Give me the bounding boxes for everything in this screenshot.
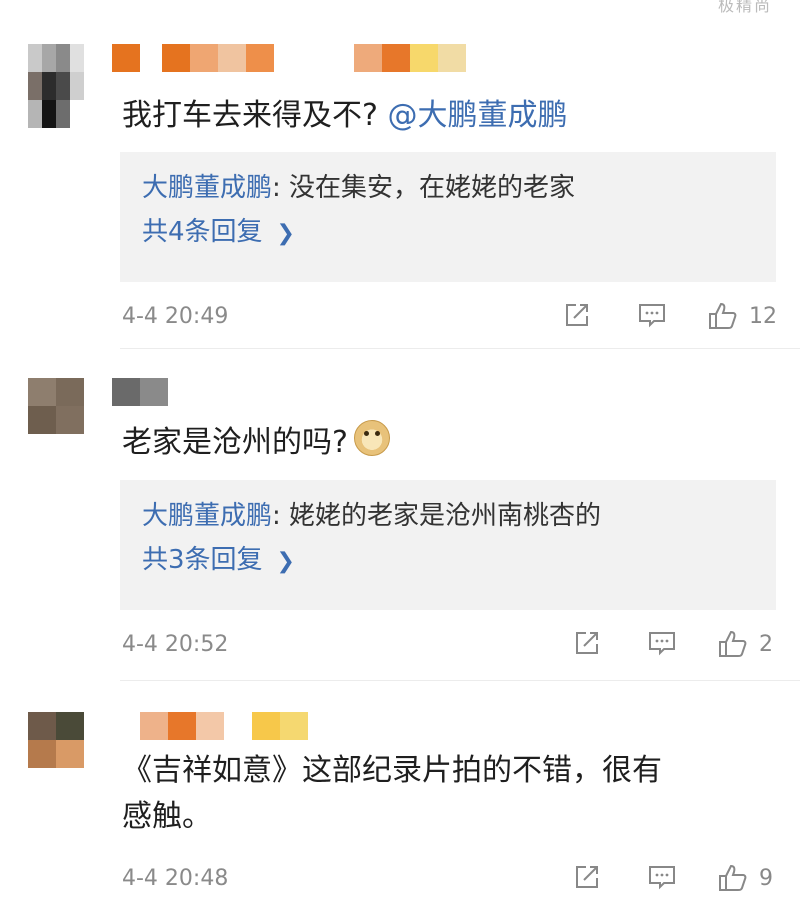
share-icon[interactable] xyxy=(572,862,602,892)
avatar[interactable] xyxy=(28,44,84,128)
reply-preview-box[interactable]: 大鹏董成鹏: 没在集安，在姥姥的老家 共4条回复 ❯ xyxy=(120,152,776,282)
thumbs-up-icon xyxy=(707,300,739,332)
divider xyxy=(120,348,800,349)
reply-preview-box[interactable]: 大鹏董成鹏: 姥姥的老家是沧州南桃杏的 共3条回复 ❯ xyxy=(120,480,776,610)
divider xyxy=(120,680,800,681)
doge-emoji-icon xyxy=(353,420,390,456)
like-count: 9 xyxy=(759,865,773,891)
thumbs-up-icon xyxy=(717,628,749,660)
comment-icon[interactable] xyxy=(637,300,667,330)
share-icon[interactable] xyxy=(562,300,592,330)
thumbs-up-icon xyxy=(717,862,749,894)
comment-text: 《吉祥如意》这部纪录片拍的不错，很有 感触。 xyxy=(122,753,662,834)
reply-author[interactable]: 大鹏董成鹏 xyxy=(142,173,272,203)
username-blurred[interactable] xyxy=(112,44,466,72)
comment-meta: 4-4 20:49 12 xyxy=(122,298,782,338)
username-blurred[interactable] xyxy=(112,378,168,406)
comment-icon[interactable] xyxy=(647,628,677,658)
timestamp: 4-4 20:48 xyxy=(122,866,229,891)
comment-meta: 4-4 20:48 9 xyxy=(122,860,782,900)
like-count: 12 xyxy=(749,303,777,329)
comment-text: 我打车去来得及不? @大鹏董成鹏 xyxy=(122,98,568,133)
cut-off-header-text: 极精尚 xyxy=(717,0,772,15)
comment-text: 老家是沧州的吗? xyxy=(122,420,390,466)
avatar[interactable] xyxy=(28,712,84,768)
like-count: 2 xyxy=(759,631,773,657)
chevron-right-icon: ❯ xyxy=(276,549,295,574)
like-button[interactable]: 9 xyxy=(717,862,773,894)
like-button[interactable]: 12 xyxy=(707,300,777,332)
avatar[interactable] xyxy=(28,378,84,434)
chevron-right-icon: ❯ xyxy=(276,221,295,246)
timestamp: 4-4 20:49 xyxy=(122,304,229,329)
username-blurred[interactable] xyxy=(112,712,308,740)
view-replies-link[interactable]: 共4条回复 ❯ xyxy=(142,210,754,256)
reply-preview: 大鹏董成鹏: 没在集安，在姥姥的老家 xyxy=(142,173,576,203)
view-replies-link[interactable]: 共3条回复 ❯ xyxy=(142,538,754,584)
reply-author[interactable]: 大鹏董成鹏 xyxy=(142,501,272,531)
like-button[interactable]: 2 xyxy=(717,628,773,660)
comment-icon[interactable] xyxy=(647,862,677,892)
mention-link[interactable]: @大鹏董成鹏 xyxy=(387,98,567,133)
reply-preview: 大鹏董成鹏: 姥姥的老家是沧州南桃杏的 xyxy=(142,501,602,531)
share-icon[interactable] xyxy=(572,628,602,658)
timestamp: 4-4 20:52 xyxy=(122,632,229,657)
comment-meta: 4-4 20:52 2 xyxy=(122,626,782,666)
